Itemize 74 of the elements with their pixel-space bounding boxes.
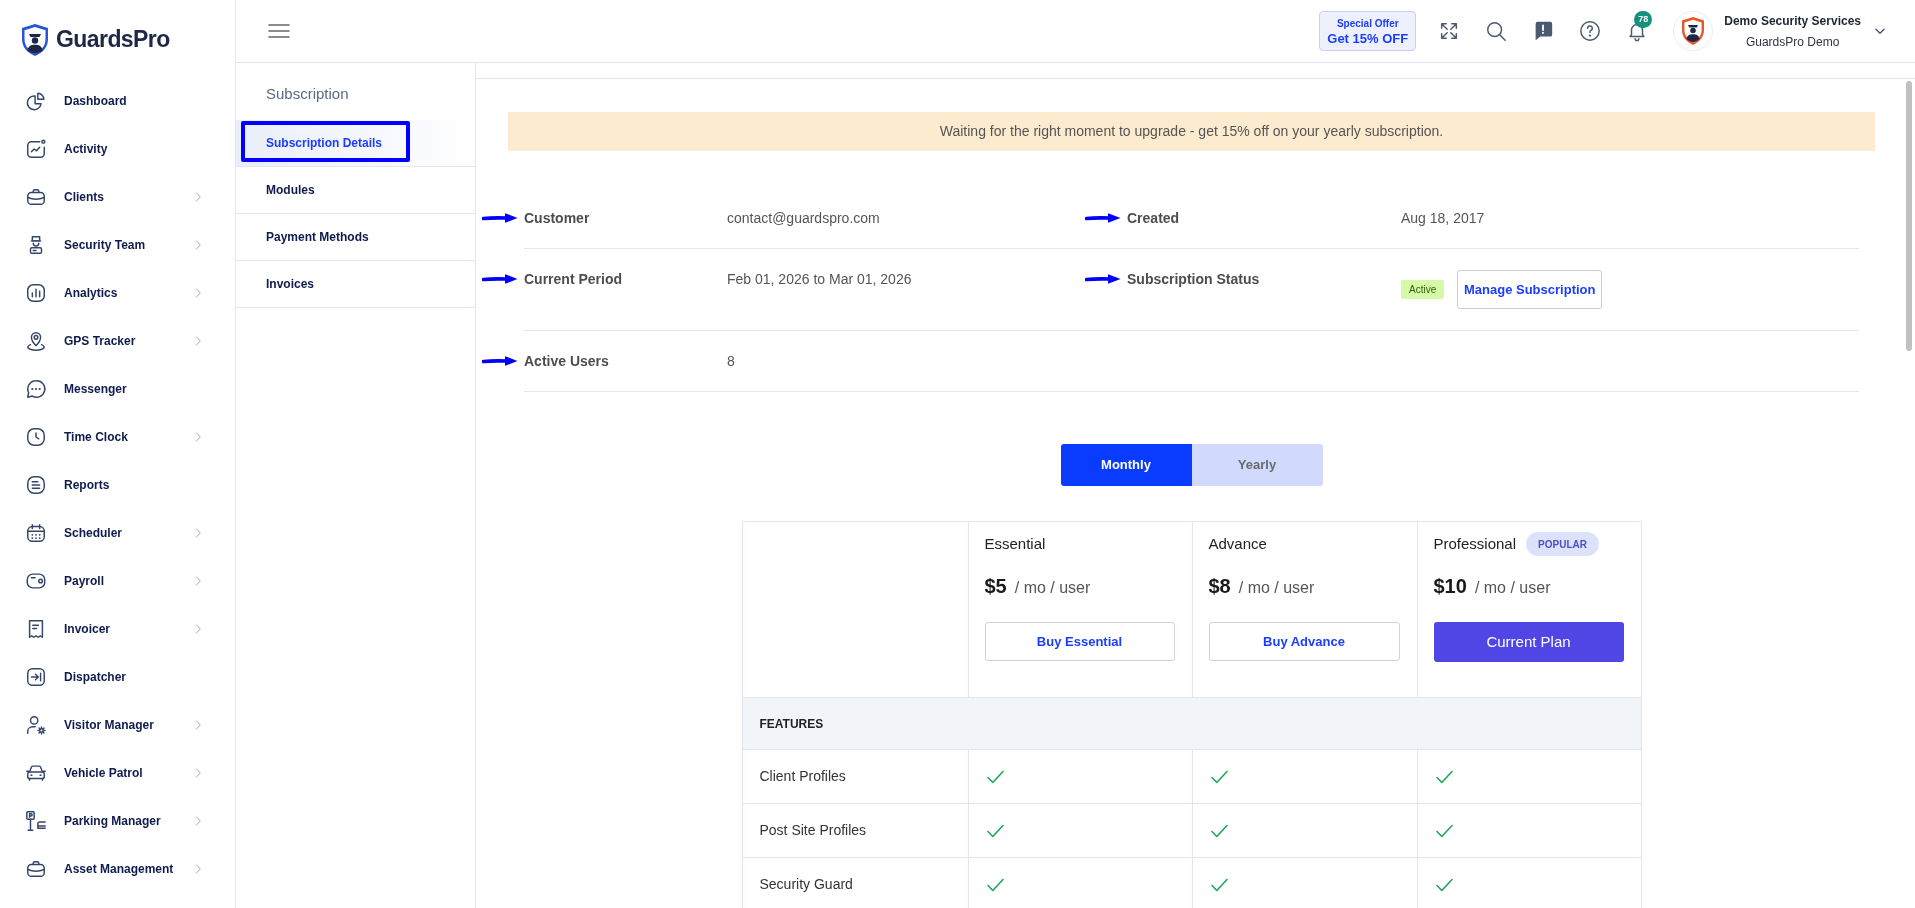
plan-name: Advance [1208, 534, 1267, 554]
search-icon[interactable] [1485, 20, 1508, 42]
section-title: Subscription [265, 86, 350, 102]
nav-item[interactable]: Reports [0, 461, 235, 509]
plan-button[interactable]: Current Plan [1433, 622, 1624, 662]
billing-tab[interactable]: Yearly [1191, 444, 1323, 486]
popular-badge: POPULAR [1526, 532, 1599, 556]
field-label: Current Period [524, 270, 622, 288]
scrollbar-thumb[interactable] [1906, 81, 1912, 351]
plan-button[interactable]: Buy Advance [1208, 622, 1400, 661]
field-label: Created [1127, 209, 1180, 227]
nav-item[interactable]: Analytics [0, 269, 235, 317]
field-value: Aug 18, 2017 [1401, 209, 1485, 227]
briefcase-icon [25, 186, 47, 208]
car-icon [25, 762, 47, 784]
nav-item[interactable]: Parking Manager [0, 797, 235, 845]
price-unit: / mo / user [1474, 578, 1551, 598]
document-icon [25, 474, 47, 496]
pie-chart-icon [25, 90, 47, 112]
field-value: Feb 01, 2026 to Mar 01, 2026 [727, 270, 912, 288]
parking-sign-icon [25, 810, 47, 832]
logo-text: GuardsPro [56, 28, 170, 51]
feature-name: Security Guard [742, 858, 968, 908]
clock-icon [25, 426, 47, 448]
nav-item[interactable]: Activity [0, 125, 235, 173]
price-unit: / mo / user [1014, 578, 1091, 598]
feature-name: Client Profiles [742, 750, 968, 804]
nav-item[interactable]: Asset Management [0, 845, 235, 893]
bar-chart-icon [25, 282, 47, 304]
field-label: Active Users [524, 352, 609, 370]
price-unit: / mo / user [1238, 578, 1315, 598]
nav-item[interactable]: Messenger [0, 365, 235, 413]
shield-avatar-icon[interactable] [1673, 11, 1714, 51]
manage-subscription-button[interactable]: Manage Subscription [1457, 270, 1603, 309]
features-header: FEATURES [742, 697, 1641, 750]
chat-bubble-icon [25, 378, 47, 400]
special-offer-button[interactable]: Special Offer Get 15% OFF [1319, 11, 1417, 51]
plan-button[interactable]: Buy Essential [984, 622, 1175, 661]
status-badge: Active [1401, 280, 1445, 299]
nav-item[interactable]: Security Team [0, 221, 235, 269]
user-name: Demo Security Services [1724, 12, 1861, 30]
menu-icon[interactable] [268, 23, 290, 39]
feature-name: Post Site Profiles [742, 804, 968, 858]
wallet-icon [25, 570, 47, 592]
field-value: 8 [727, 352, 735, 370]
nav-item[interactable]: Dispatcher [0, 653, 235, 701]
nav-item[interactable]: GPS Tracker [0, 317, 235, 365]
nav-item[interactable]: Dashboard [0, 77, 235, 125]
plan-price: $5 [984, 574, 1007, 598]
help-icon[interactable] [1579, 20, 1602, 42]
upgrade-banner: Waiting for the right moment to upgrade - get 15% off on your yearly subscription. [508, 112, 1875, 151]
trend-chart-icon [25, 138, 47, 160]
notification-count-badge: 78 [1634, 11, 1653, 28]
nav-item[interactable]: Vehicle Patrol [0, 749, 235, 797]
field-label: Subscription Status [1127, 270, 1260, 288]
location-pin-icon [25, 330, 47, 352]
calendar-icon [25, 522, 47, 544]
field-value: contact@guardspro.com [727, 209, 880, 227]
briefcase-icon [25, 858, 47, 880]
nav-item[interactable]: Visitor Manager [0, 701, 235, 749]
shield-logo-icon[interactable] [20, 22, 50, 57]
billing-tab[interactable]: Monthly [1060, 444, 1192, 486]
plan-price: $10 [1433, 574, 1467, 598]
plan-price: $8 [1208, 574, 1231, 598]
nav-item[interactable]: Scheduler [0, 509, 235, 557]
plan-name: Essential [984, 534, 1046, 554]
nav-item[interactable]: Invoicer [0, 605, 235, 653]
plan-name: Professional [1433, 534, 1517, 554]
company-name: GuardsPro Demo [1745, 33, 1840, 51]
user-gear-icon [25, 714, 47, 736]
nav-item[interactable]: Payroll [0, 557, 235, 605]
nav-item[interactable]: Clients [0, 173, 235, 221]
nav-item[interactable]: Time Clock [0, 413, 235, 461]
field-label: Customer [524, 209, 590, 227]
